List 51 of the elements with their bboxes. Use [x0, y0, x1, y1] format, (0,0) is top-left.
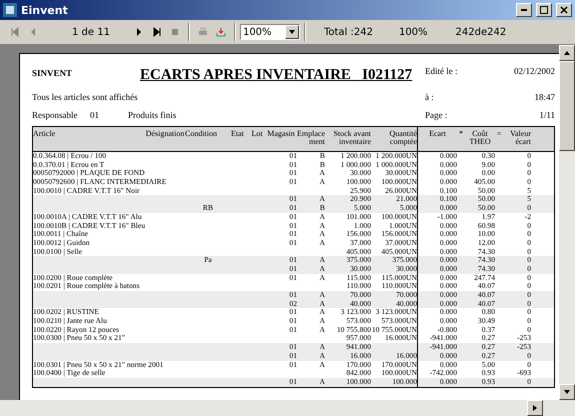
scroll-down-button[interactable]	[559, 384, 575, 400]
horizontal-scrollbar[interactable]	[0, 400, 559, 416]
column-header: Quantité comptée	[388, 128, 417, 148]
close-button[interactable]	[556, 3, 572, 17]
column-header: Ecart	[417, 127, 457, 151]
maximize-icon	[539, 5, 549, 15]
edited-date: 02/12/2002	[512, 66, 555, 76]
close-icon	[559, 5, 569, 15]
responsible-label: Responsable	[32, 110, 78, 120]
column-header: =	[496, 128, 502, 140]
dropdown-button[interactable]	[284, 25, 299, 39]
total-label: Total :242	[324, 26, 373, 38]
scroll-up-button[interactable]	[559, 45, 575, 61]
scroll-right-button[interactable]	[527, 400, 543, 416]
first-page-icon	[10, 27, 20, 37]
company-name: SINVENT	[32, 67, 74, 78]
responsible-name: Produits finis	[128, 110, 176, 120]
vertical-scrollbar[interactable]	[559, 45, 575, 416]
export-icon	[216, 27, 226, 37]
minimize-button[interactable]	[516, 3, 532, 17]
maximize-button[interactable]	[536, 3, 552, 17]
zoom-select[interactable]: 100%	[240, 24, 300, 40]
column-header: Coût THEO	[468, 128, 492, 148]
scrollbar-thumb[interactable]	[559, 61, 575, 151]
column-header: Désignation	[145, 128, 185, 140]
column-header: Emplace ment	[297, 128, 325, 148]
window-title: Einvent	[21, 4, 69, 16]
time-label: à :	[425, 92, 435, 102]
last-page-icon	[152, 27, 162, 37]
time-value: 18:47	[533, 92, 555, 102]
app-icon	[3, 3, 17, 17]
percent-label: 100%	[398, 26, 428, 38]
page-number: 1/11	[538, 110, 555, 120]
record-count: 242de242	[456, 26, 506, 38]
report-title: ECARTS APRES INVENTAIRE I021127	[140, 66, 412, 84]
column-header: Condition	[185, 128, 218, 140]
column-header: Article	[33, 128, 56, 140]
column-header: Stock avant inventaire	[332, 128, 371, 148]
column-header: *	[458, 128, 464, 140]
printer-icon	[198, 27, 208, 37]
page-indicator: 1 de 11	[72, 26, 110, 38]
page-label: Page :	[425, 110, 448, 120]
column-header: Valeur écart	[509, 128, 531, 148]
edited-label: Edité le :	[425, 66, 458, 76]
stop-icon	[170, 27, 180, 37]
column-header: Magasin	[266, 128, 296, 140]
responsible-code: 01	[90, 110, 100, 120]
column-header: Lot	[250, 128, 264, 140]
minimize-icon	[521, 9, 527, 11]
column-header: Etat	[231, 128, 245, 140]
filter-note: Tous les articles sont affichés	[32, 92, 138, 102]
